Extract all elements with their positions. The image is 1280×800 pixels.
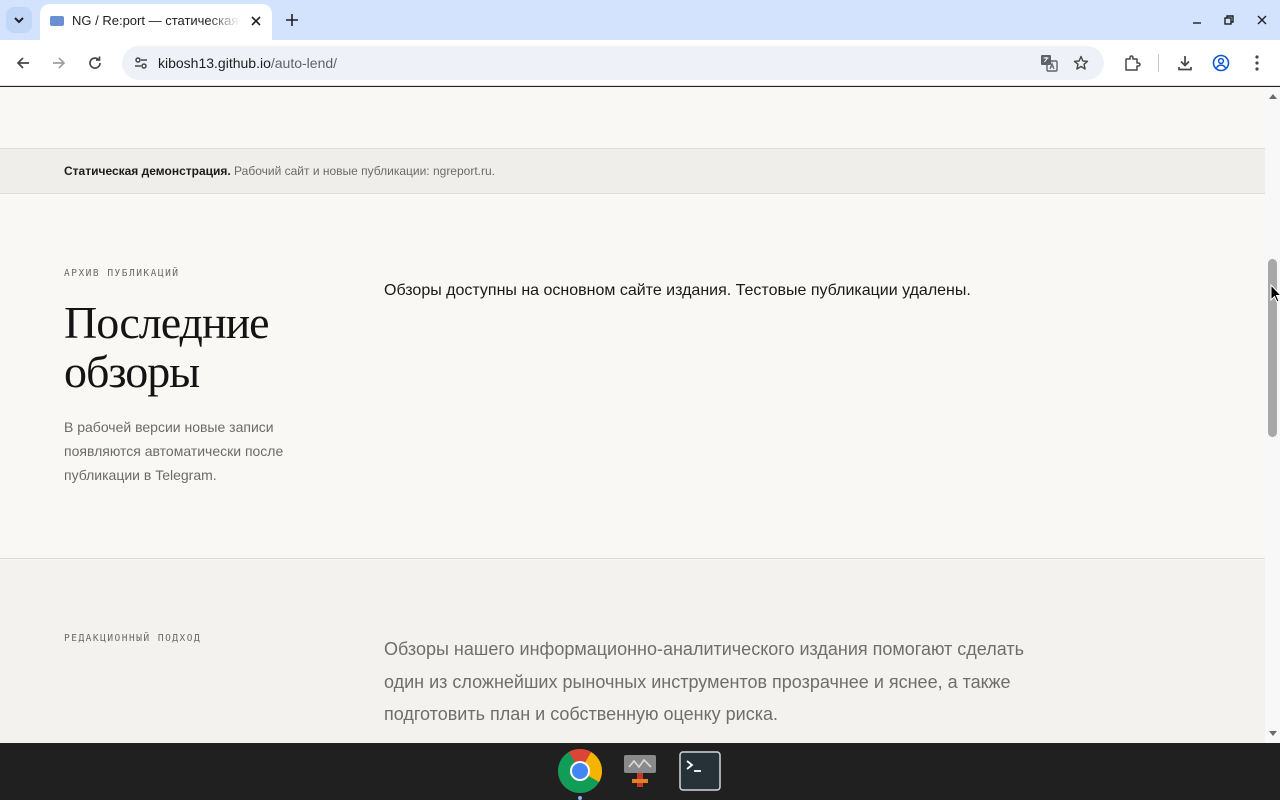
close-window-button[interactable] [1252,10,1272,30]
scroll-up-button[interactable] [1268,91,1277,100]
url-text[interactable]: kibosh13.github.io/auto-lend/ [158,55,337,71]
page-scrollbar[interactable] [1265,87,1280,743]
page-top-area [0,87,1265,148]
chrome-icon [558,749,602,793]
chevron-down-icon [14,17,24,24]
new-tab-button[interactable] [282,10,302,30]
translate-button[interactable] [1038,52,1060,74]
restore-button[interactable] [1219,10,1239,30]
downloads-button[interactable] [1174,52,1196,74]
editorial-section: РЕДАКЦИОННЫЙ ПОДХОД Обзоры нашего информ… [0,560,1265,743]
archive-title-line-2: обзоры [64,346,200,397]
editorial-lead: Обзоры нашего информационно-аналитическо… [384,639,1024,724]
chrome-active-indicator [578,796,582,800]
demo-notice-bar: Статическая демонстрация. Рабочий сайт и… [0,148,1265,194]
plus-icon [286,14,298,26]
account-icon [1212,54,1230,72]
arrow-left-icon [16,57,29,69]
tab-active[interactable]: NG / Re:port — статическая демонстрация [40,4,272,40]
close-icon [1257,15,1267,25]
url-host: kibosh13.github.io [158,55,271,71]
chrome-app-button[interactable] [556,747,604,795]
kebab-menu-icon [1255,55,1259,71]
os-shelf [0,743,1280,800]
archive-main-text: Обзоры доступны на основном сайте издани… [384,282,971,299]
close-icon [251,16,261,26]
page-viewport: Статическая демонстрация. Рабочий сайт и… [0,87,1265,743]
app-button-2[interactable] [616,747,664,795]
site-info-button[interactable] [130,52,152,74]
minimize-icon [1193,22,1201,24]
tab-title-fade [208,10,240,34]
menu-button[interactable] [1246,52,1268,74]
archive-title-line-1: Последние [64,297,270,348]
demo-notice-text: Статическая демонстрация. Рабочий сайт и… [64,164,495,178]
mouse-cursor-icon [1270,284,1280,303]
browser-toolbar: kibosh13.github.io/auto-lend/ [0,40,1280,86]
demo-notice-bold: Статическая демонстрация. [64,164,231,178]
archive-section: АРХИВ ПУБЛИКАЦИЙ Последние обзоры В рабо… [0,194,1265,559]
back-button[interactable] [12,52,34,74]
scroll-down-button[interactable] [1268,729,1277,738]
terminal-app-button[interactable] [676,747,724,795]
archive-eyebrow: АРХИВ ПУБЛИКАЦИЙ [64,268,180,279]
extensions-button[interactable] [1121,52,1143,74]
app-tool-icon [624,755,656,787]
bookmark-button[interactable] [1070,52,1092,74]
triangle-up-icon [1268,93,1277,99]
reload-icon [89,56,101,69]
archive-side-note: В рабочей версии новые записи появляются… [64,419,284,483]
star-icon [1073,55,1089,70]
forward-button[interactable] [48,52,70,74]
tab-search-button[interactable] [6,7,32,33]
reload-button[interactable] [84,52,106,74]
arrow-right-icon [53,57,66,69]
terminal-icon [679,751,721,791]
download-icon [1178,56,1192,71]
editorial-eyebrow: РЕДАКЦИОННЫЙ ПОДХОД [64,633,202,644]
puzzle-icon [1125,55,1141,71]
archive-title: Последние обзоры [64,298,324,396]
restore-icon [1224,15,1234,25]
toolbar-separator [1158,54,1159,72]
minimize-button[interactable] [1187,10,1207,30]
profile-button[interactable] [1210,52,1232,74]
url-path: /auto-lend/ [270,55,338,71]
tab-strip: NG / Re:port — статическая демонстрация [0,0,1280,40]
triangle-down-icon [1268,730,1277,736]
translate-icon [1041,55,1058,72]
tab-close-button[interactable] [246,11,266,31]
demo-notice-rest: Рабочий сайт и новые публикации: ngrepor… [230,164,495,178]
tune-icon [135,57,147,69]
site-favicon [50,16,64,26]
address-bar[interactable]: kibosh13.github.io/auto-lend/ [122,46,1104,80]
